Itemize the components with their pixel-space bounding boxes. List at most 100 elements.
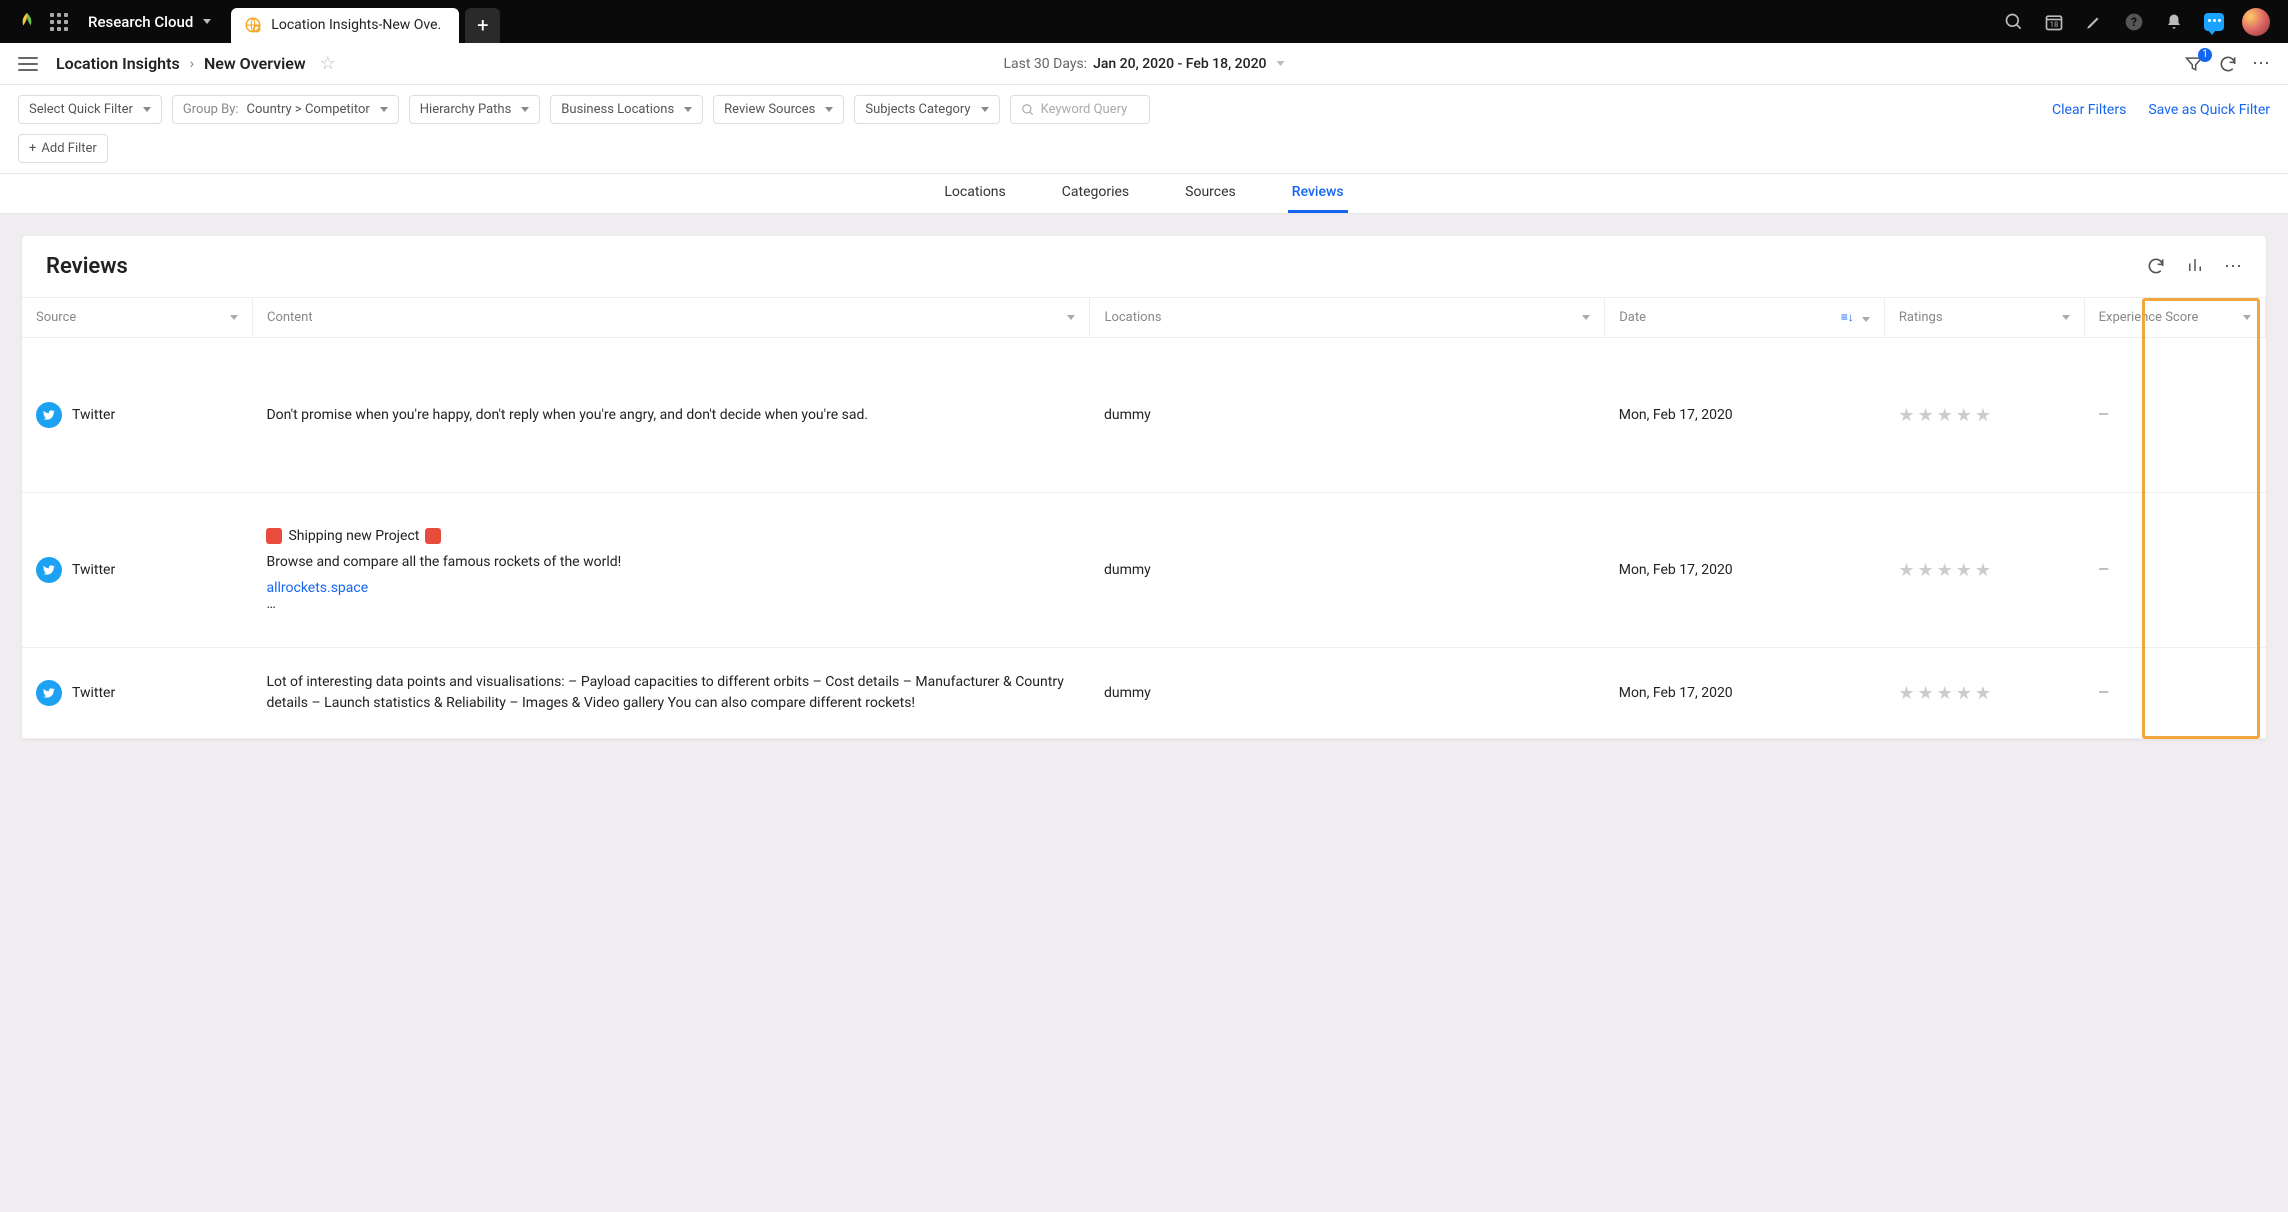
content-title: Shipping new Project — [288, 528, 419, 544]
menu-toggle-icon[interactable] — [18, 57, 38, 71]
hierarchy-dropdown[interactable]: Hierarchy Paths — [409, 95, 541, 124]
tab-sources[interactable]: Sources — [1181, 184, 1240, 213]
svg-text:?: ? — [2131, 15, 2137, 29]
chevron-down-icon — [1277, 61, 1285, 66]
new-tab-button[interactable]: + — [465, 8, 500, 43]
reviews-card: Reviews ⋯ Source Content Locations Date≡… — [22, 236, 2266, 739]
clear-filters-link[interactable]: Clear Filters — [2052, 102, 2126, 118]
inner-tabs: Locations Categories Sources Reviews — [0, 174, 2288, 214]
keyword-search-input[interactable]: Keyword Query — [1010, 95, 1150, 124]
card-chart-icon[interactable] — [2186, 256, 2204, 277]
col-header-source[interactable]: Source — [22, 298, 252, 338]
col-header-experience[interactable]: Experience Score — [2084, 298, 2265, 338]
page-subbar: Location Insights › New Overview ☆ Last … — [0, 43, 2288, 85]
twitter-icon — [36, 557, 62, 583]
locations-filter-dropdown[interactable]: Business Locations — [550, 95, 703, 124]
book-emoji-icon — [266, 528, 282, 544]
quick-filter-label: Select Quick Filter — [29, 102, 133, 117]
bell-icon[interactable] — [2163, 11, 2185, 33]
app-logo-icon[interactable] — [16, 11, 38, 33]
date-cell: Mon, Feb 17, 2020 — [1605, 338, 1885, 493]
book-emoji-icon — [425, 528, 441, 544]
apps-grid-icon[interactable] — [50, 13, 68, 31]
date-range-value: Jan 20, 2020 - Feb 18, 2020 — [1093, 56, 1266, 72]
search-icon[interactable] — [2003, 11, 2025, 33]
chevron-down-icon[interactable] — [1582, 315, 1590, 320]
pencil-icon[interactable] — [2083, 11, 2105, 33]
help-icon[interactable]: ? — [2123, 11, 2145, 33]
user-avatar[interactable] — [2242, 8, 2270, 36]
sort-desc-icon: ≡↓ — [1841, 310, 1854, 324]
content-text: Browse and compare all the famous rocket… — [266, 554, 1075, 570]
source-name: Twitter — [72, 407, 115, 423]
col-header-ratings[interactable]: Ratings — [1884, 298, 2084, 338]
hierarchy-label: Hierarchy Paths — [420, 102, 512, 117]
quick-filter-dropdown[interactable]: Select Quick Filter — [18, 95, 162, 124]
subjects-filter-dropdown[interactable]: Subjects Category — [854, 95, 999, 124]
date-cell: Mon, Feb 17, 2020 — [1605, 493, 1885, 648]
filters-bar: Select Quick Filter Group By: Country > … — [0, 85, 2288, 174]
content-text: Lot of interesting data points and visua… — [266, 672, 1075, 714]
rating-stars: ★★★★★ — [1898, 405, 2070, 426]
save-quick-filter-link[interactable]: Save as Quick Filter — [2148, 102, 2270, 118]
more-icon[interactable]: ⋯ — [2252, 53, 2270, 74]
chevron-down-icon — [981, 107, 989, 112]
chevron-down-icon[interactable] — [1862, 317, 1870, 322]
col-header-locations[interactable]: Locations — [1090, 298, 1605, 338]
browser-tab-active[interactable]: Location Insights-New Ove… — [231, 8, 459, 43]
add-filter-button[interactable]: + Add Filter — [18, 134, 108, 163]
rating-stars: ★★★★★ — [1898, 560, 2070, 581]
refresh-icon[interactable] — [2218, 54, 2238, 74]
location-cell: dummy — [1090, 648, 1605, 739]
table-row[interactable]: Twitter Don't promise when you're happy,… — [22, 338, 2266, 493]
chevron-down-icon — [825, 107, 833, 112]
breadcrumb-separator-icon: › — [190, 56, 194, 72]
content-link[interactable]: allrockets.space — [266, 580, 1075, 596]
location-cell: dummy — [1090, 493, 1605, 648]
col-header-date[interactable]: Date≡↓ — [1605, 298, 1885, 338]
tab-reviews[interactable]: Reviews — [1288, 184, 1348, 213]
tab-locations[interactable]: Locations — [940, 184, 1009, 213]
exp-score: — — [2098, 407, 2109, 423]
col-header-content[interactable]: Content — [252, 298, 1089, 338]
group-by-prefix: Group By: — [183, 102, 239, 117]
rating-stars: ★★★★★ — [1898, 683, 2070, 704]
group-by-dropdown[interactable]: Group By: Country > Competitor — [172, 95, 399, 124]
sources-filter-label: Review Sources — [724, 102, 815, 117]
chat-icon[interactable] — [2203, 11, 2225, 33]
date-cell: Mon, Feb 17, 2020 — [1605, 648, 1885, 739]
exp-score: — — [2098, 562, 2109, 578]
chevron-down-icon[interactable] — [230, 315, 238, 320]
calendar-icon[interactable]: 18 — [2043, 11, 2065, 33]
twitter-icon — [36, 402, 62, 428]
location-cell: dummy — [1090, 338, 1605, 493]
table-row[interactable]: Twitter Shipping new Project Browse and … — [22, 493, 2266, 648]
chevron-down-icon — [203, 19, 211, 24]
locations-filter-label: Business Locations — [561, 102, 674, 117]
filter-funnel-icon[interactable]: 1 — [2184, 54, 2204, 74]
workspace-dropdown[interactable]: Research Cloud — [80, 9, 219, 35]
tab-categories[interactable]: Categories — [1058, 184, 1133, 213]
content-trail: … — [266, 596, 1075, 612]
chevron-down-icon[interactable] — [2062, 315, 2070, 320]
table-row[interactable]: Twitter Lot of interesting data points a… — [22, 648, 2266, 739]
chevron-down-icon — [143, 107, 151, 112]
filter-count-badge: 1 — [2198, 48, 2212, 62]
exp-score: — — [2098, 685, 2109, 701]
chevron-down-icon — [380, 107, 388, 112]
topbar: Research Cloud Location Insights-New Ove… — [0, 0, 2288, 43]
chevron-down-icon[interactable] — [2243, 315, 2251, 320]
tab-globe-icon — [243, 15, 263, 35]
date-range-label: Last 30 Days: — [1003, 56, 1087, 72]
card-more-icon[interactable]: ⋯ — [2224, 256, 2242, 277]
card-refresh-icon[interactable] — [2146, 256, 2166, 277]
breadcrumb-part1[interactable]: Location Insights — [56, 54, 180, 73]
date-range-picker[interactable]: Last 30 Days: Jan 20, 2020 - Feb 18, 202… — [1003, 56, 1284, 72]
keyword-placeholder: Keyword Query — [1041, 102, 1128, 117]
plus-icon: + — [29, 141, 36, 156]
svg-text:18: 18 — [2050, 20, 2058, 29]
chevron-down-icon[interactable] — [1067, 315, 1075, 320]
sources-filter-dropdown[interactable]: Review Sources — [713, 95, 844, 124]
source-name: Twitter — [72, 685, 115, 701]
favorite-star-icon[interactable]: ☆ — [320, 53, 336, 74]
